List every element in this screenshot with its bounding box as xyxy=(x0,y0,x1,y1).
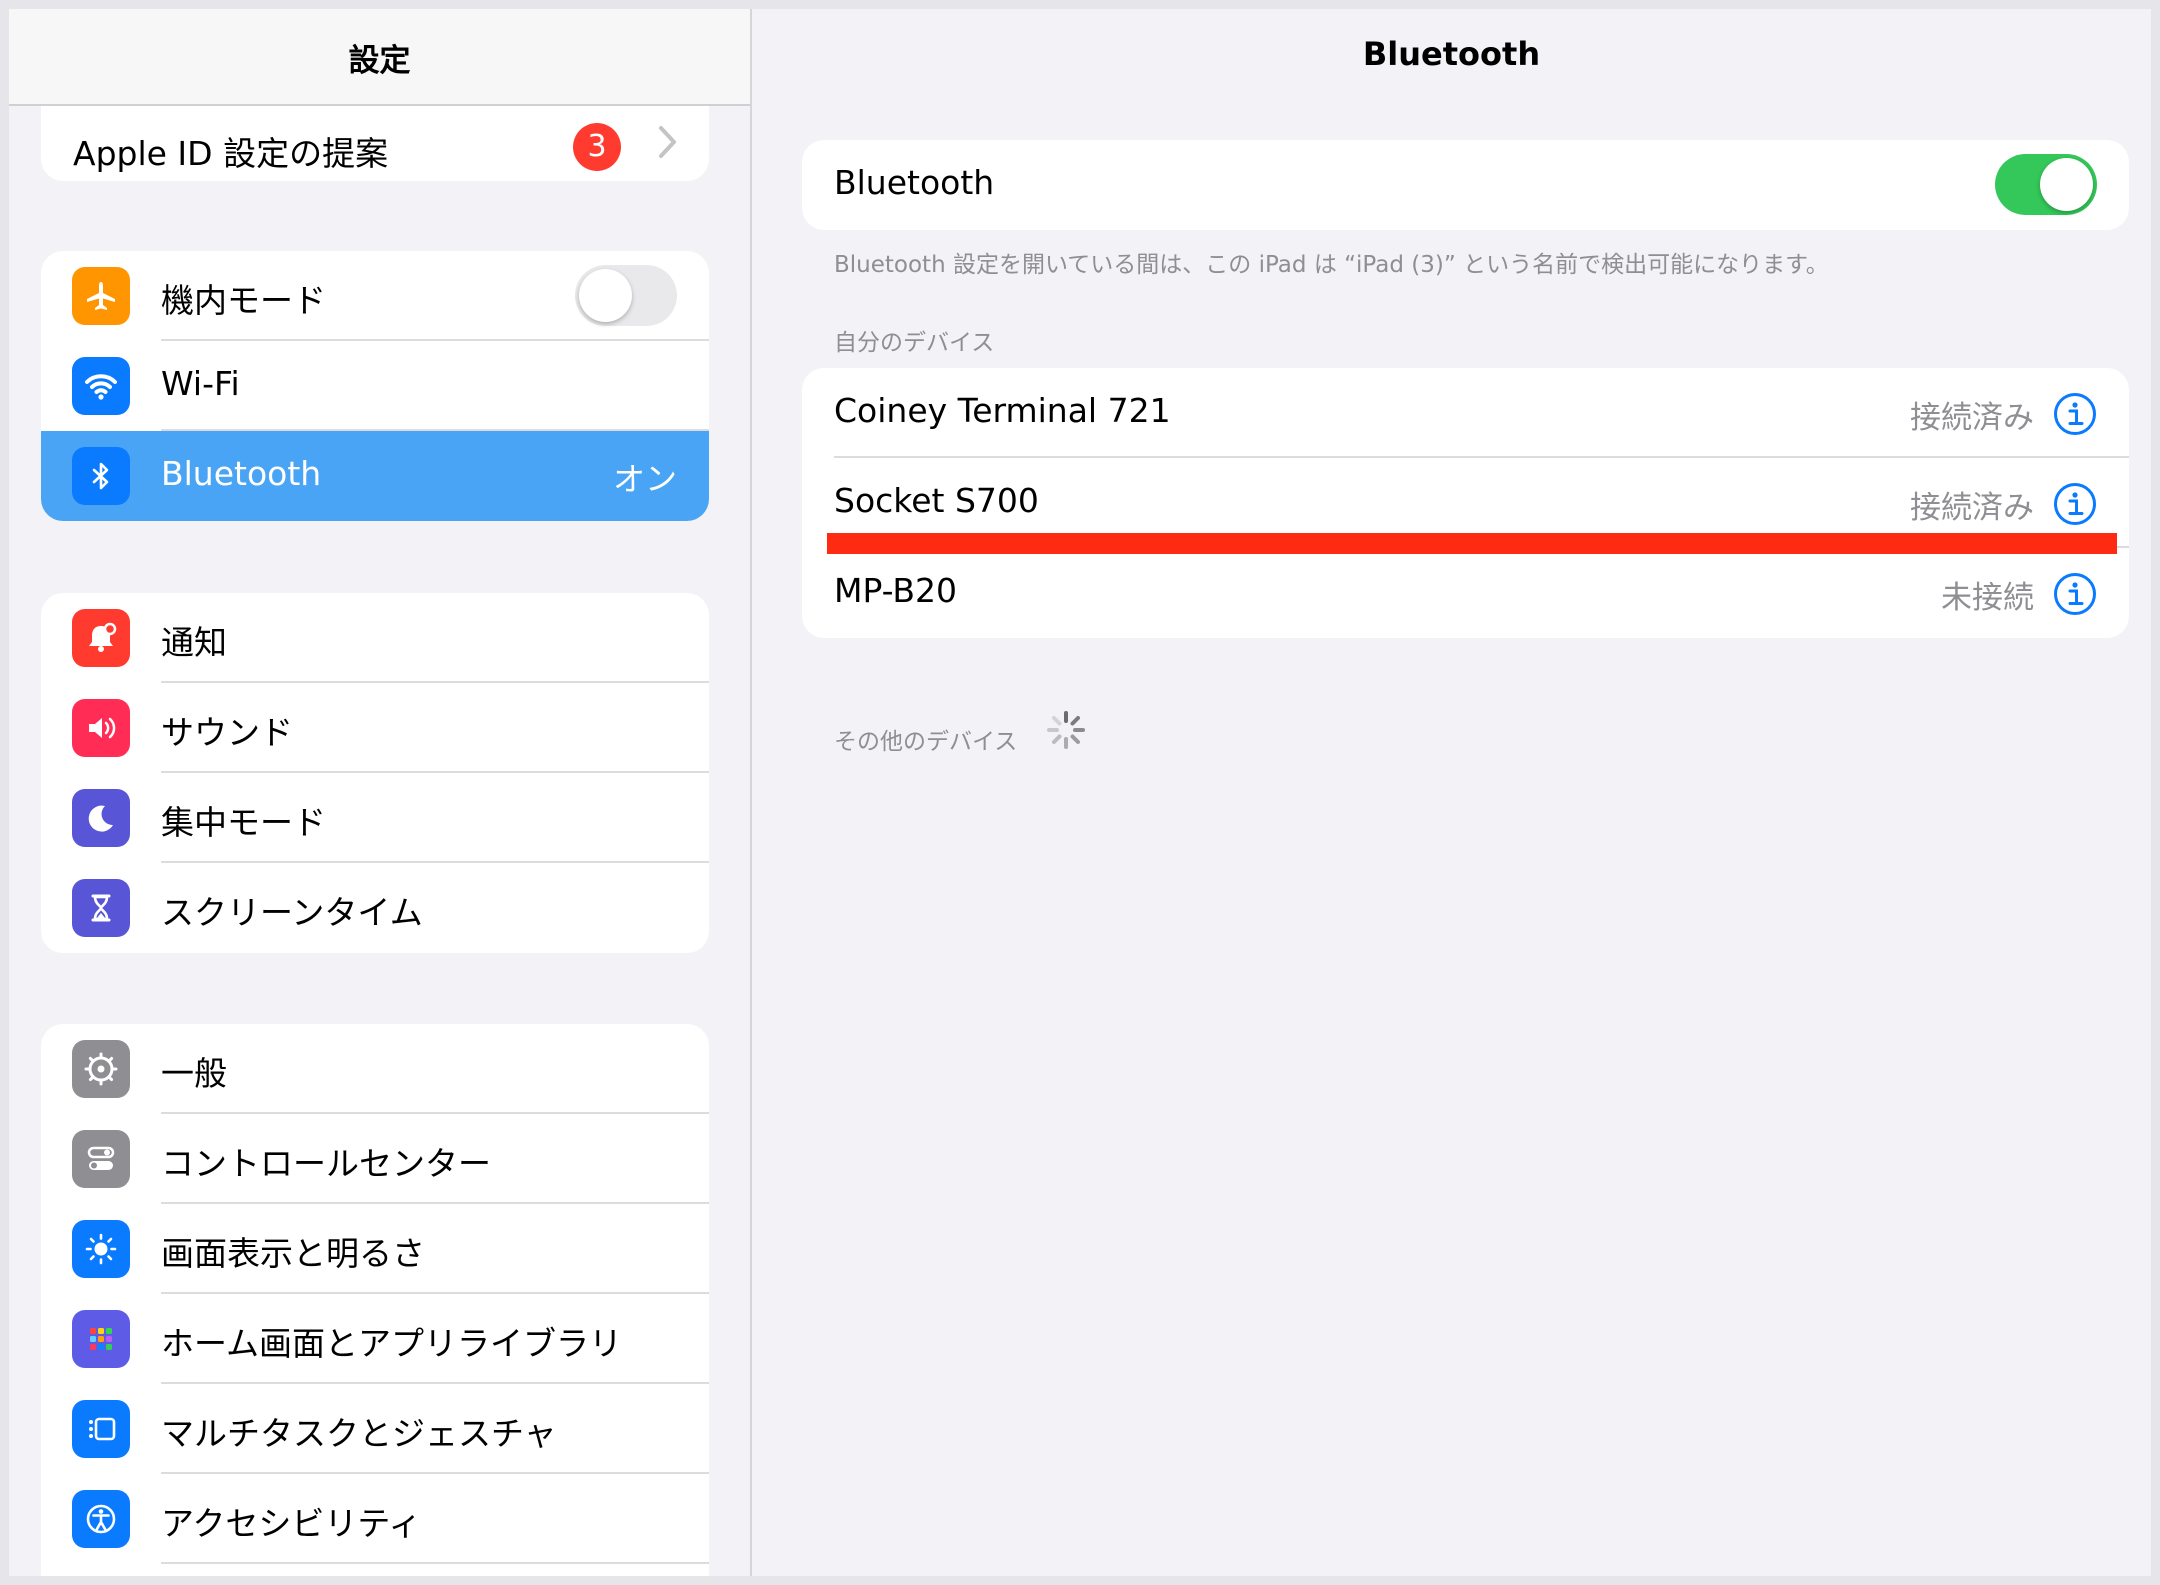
connectivity-group: 機内モード Wi-Fi Bluetooth オン xyxy=(41,251,709,521)
gear-icon xyxy=(72,1040,130,1098)
apple-id-suggestion-label: Apple ID 設定の提案 xyxy=(73,134,389,173)
bluetooth-status-value: オン xyxy=(612,460,677,498)
switches-icon xyxy=(72,1130,130,1188)
bluetooth-icon xyxy=(72,447,130,505)
sidebar-item-label: Wi-Fi xyxy=(161,364,240,403)
device-row[interactable]: MP-B20 未接続 xyxy=(802,548,2129,638)
wifi-icon xyxy=(72,357,130,415)
discoverable-note: Bluetooth 設定を開いている間は、この iPad は “iPad (3)… xyxy=(834,252,1829,278)
device-name: Socket S700 xyxy=(834,481,1039,520)
bluetooth-toggle[interactable] xyxy=(1995,154,2097,215)
sun-icon xyxy=(72,1220,130,1278)
sidebar-item-airplane-mode[interactable]: 機内モード xyxy=(41,251,709,341)
sidebar-item-control-center[interactable]: コントロールセンター xyxy=(41,1114,709,1204)
sidebar-item-label: アクセシビリティ xyxy=(161,1504,422,1543)
airplane-mode-toggle[interactable] xyxy=(575,265,677,326)
sidebar-item-sounds[interactable]: サウンド xyxy=(41,683,709,773)
sidebar-item-label: 集中モード xyxy=(161,803,326,842)
detail-title: Bluetooth xyxy=(1362,35,1541,73)
sidebar-item-label: ホーム画面とアプリライブラリ xyxy=(161,1324,623,1363)
pane-divider xyxy=(750,9,752,1576)
settings-window: 設定 Apple ID 設定の提案 3 機内モード Wi-Fi Bluetoot… xyxy=(9,9,2151,1576)
sidebar-item-display-brightness[interactable]: 画面表示と明るさ xyxy=(41,1204,709,1294)
speaker-icon xyxy=(72,699,130,757)
bell-icon xyxy=(72,609,130,667)
general-group: 一般 コントロールセンター 画面表示と明るさ ホーム画面とアプリライブラリ マル… xyxy=(41,1024,709,1576)
device-status: 接続済み xyxy=(1910,400,2034,436)
sidebar-item-wifi[interactable]: Wi-Fi xyxy=(41,341,709,431)
sidebar-item-home-screen[interactable]: ホーム画面とアプリライブラリ xyxy=(41,1294,709,1384)
device-status: 未接続 xyxy=(1941,580,2034,616)
device-row[interactable]: Coiney Terminal 721 接続済み xyxy=(802,368,2129,458)
info-icon[interactable] xyxy=(2053,392,2097,436)
toggle-knob xyxy=(579,269,632,322)
device-status: 接続済み xyxy=(1910,490,2034,526)
row-divider xyxy=(161,1562,709,1564)
sidebar: 設定 Apple ID 設定の提案 3 機内モード Wi-Fi Bluetoot… xyxy=(9,9,750,1576)
device-name: MP-B20 xyxy=(834,571,958,610)
sidebar-item-accessibility[interactable]: アクセシビリティ xyxy=(41,1474,709,1564)
sidebar-item-label: マルチタスクとジェスチャ xyxy=(161,1414,557,1453)
hourglass-icon xyxy=(72,879,130,937)
sidebar-item-general[interactable]: 一般 xyxy=(41,1024,709,1114)
toggle-knob xyxy=(2040,158,2093,211)
sidebar-item-label: スクリーンタイム xyxy=(161,893,423,932)
sidebar-header: 設定 xyxy=(9,9,750,106)
notification-badge: 3 xyxy=(573,123,621,171)
sidebar-title: 設定 xyxy=(348,43,411,79)
sidebar-item-label: 機内モード xyxy=(161,281,326,320)
device-name: Coiney Terminal 721 xyxy=(834,391,1171,430)
sidebar-item-label: 通知 xyxy=(161,623,227,662)
sidebar-item-multitasking[interactable]: マルチタスクとジェスチャ xyxy=(41,1384,709,1474)
my-devices-header: 自分のデバイス xyxy=(834,330,995,356)
info-icon[interactable] xyxy=(2053,482,2097,526)
airplane-icon xyxy=(72,267,130,325)
sidebar-item-focus[interactable]: 集中モード xyxy=(41,773,709,863)
detail-pane: Bluetooth Bluetooth Bluetooth 設定を開いている間は… xyxy=(752,9,2151,1576)
multitask-icon xyxy=(72,1400,130,1458)
sidebar-item-notifications[interactable]: 通知 xyxy=(41,593,709,683)
sidebar-item-bluetooth[interactable]: Bluetooth オン xyxy=(41,431,709,521)
notifications-group: 通知 サウンド 集中モード スクリーンタイム xyxy=(41,593,709,953)
moon-icon xyxy=(72,789,130,847)
accessibility-icon xyxy=(72,1490,130,1548)
sidebar-item-label: 一般 xyxy=(161,1054,227,1093)
highlight-annotation-bar xyxy=(827,533,2117,554)
my-devices-card: Coiney Terminal 721 接続済み Socket S700 接続済… xyxy=(802,368,2129,638)
loading-spinner-icon xyxy=(1047,711,1085,749)
info-icon[interactable] xyxy=(2053,572,2097,616)
sidebar-item-label: 画面表示と明るさ xyxy=(161,1234,425,1273)
other-devices-header: その他のデバイス xyxy=(834,729,1018,755)
sidebar-item-label: サウンド xyxy=(161,713,293,752)
app-grid-icon xyxy=(72,1310,130,1368)
sidebar-item-screen-time[interactable]: スクリーンタイム xyxy=(41,863,709,953)
sidebar-item-label: コントロールセンター xyxy=(161,1144,491,1183)
bluetooth-toggle-label: Bluetooth xyxy=(834,163,995,202)
chevron-right-icon xyxy=(657,124,679,169)
sidebar-item-label: Bluetooth xyxy=(161,454,322,493)
bluetooth-toggle-row: Bluetooth xyxy=(802,140,2129,230)
bluetooth-toggle-card: Bluetooth xyxy=(802,140,2129,230)
